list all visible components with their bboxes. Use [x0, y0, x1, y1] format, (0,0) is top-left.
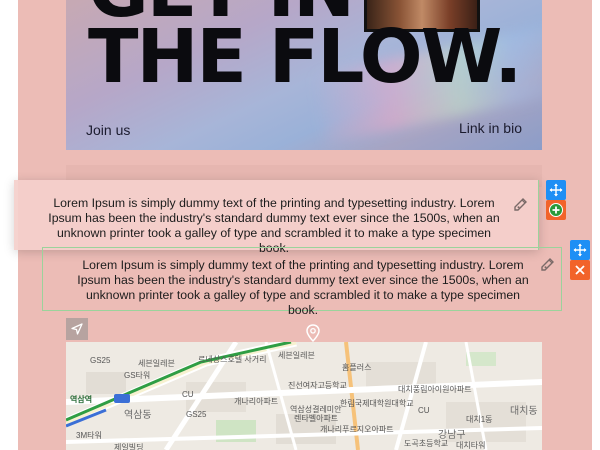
plus-icon [549, 203, 563, 217]
close-icon [575, 265, 585, 275]
add-block-button[interactable] [546, 200, 566, 220]
move-icon [573, 243, 587, 257]
map-label: 르네상스호텔 사거리 [198, 355, 267, 364]
map-label: 3M타워 [76, 431, 102, 440]
map-label: CU [418, 406, 430, 415]
navigation-arrow-icon [71, 323, 83, 335]
join-us-link[interactable]: Join us [86, 122, 130, 138]
map-label: 홈플러스 [342, 363, 372, 372]
map-label: 대치풍림아이원아파트 [398, 385, 472, 394]
pencil-icon[interactable] [512, 196, 530, 214]
map-area-label: 강남구 [438, 430, 466, 441]
link-in-bio-link[interactable]: Link in bio [459, 120, 522, 136]
map-label: 렌타벨아파트 [294, 414, 339, 423]
move-icon [549, 183, 563, 197]
map-label: GS25 [90, 356, 111, 365]
map-pin-icon [306, 324, 320, 342]
drag-move-button[interactable] [546, 180, 566, 200]
map-label: 제일빌딩 [114, 443, 144, 450]
map-label: 진선여자고등학교 [288, 381, 347, 390]
map-area-label: 대치동 [510, 406, 538, 417]
dragging-text-block[interactable]: Lorem Ipsum is simply dummy text of the … [14, 180, 539, 255]
map-embed[interactable]: GS25 세븐일레븐 르네상스호텔 사거리 세븐일레븐 GS타워 홈플러스 역삼… [66, 342, 542, 450]
map-label: 개나리아파트 [234, 397, 279, 406]
hero-banner: GET IN THE FLOW. Join us Link in bio [66, 0, 542, 150]
text-block-content: Lorem Ipsum is simply dummy text of the … [77, 258, 529, 317]
map-label: GS타워 [124, 371, 151, 380]
selected-text-block[interactable]: Lorem Ipsum is simply dummy text of the … [42, 247, 562, 317]
map-label: GS25 [186, 410, 207, 419]
map-label: CU [182, 390, 194, 399]
map-station-label: 역삼역 [70, 395, 93, 404]
pencil-icon[interactable] [539, 256, 557, 274]
delete-block-button[interactable] [570, 260, 590, 280]
map-label: 개나리푸르지오아파트 [320, 425, 394, 434]
map-label: 세븐일레븐 [138, 359, 175, 368]
map-label: 세븐일레븐 [278, 351, 315, 360]
map-label: 한림국제대학원대학교 [340, 399, 414, 408]
map-label: 대치1동 [466, 415, 493, 424]
map-navigate-button[interactable] [66, 318, 88, 340]
map-area-label: 역삼동 [124, 410, 152, 421]
hero-title: GET IN THE FLOW. [88, 0, 522, 100]
block-move-button[interactable] [570, 240, 590, 260]
map-label: 대치타워 [456, 441, 486, 450]
